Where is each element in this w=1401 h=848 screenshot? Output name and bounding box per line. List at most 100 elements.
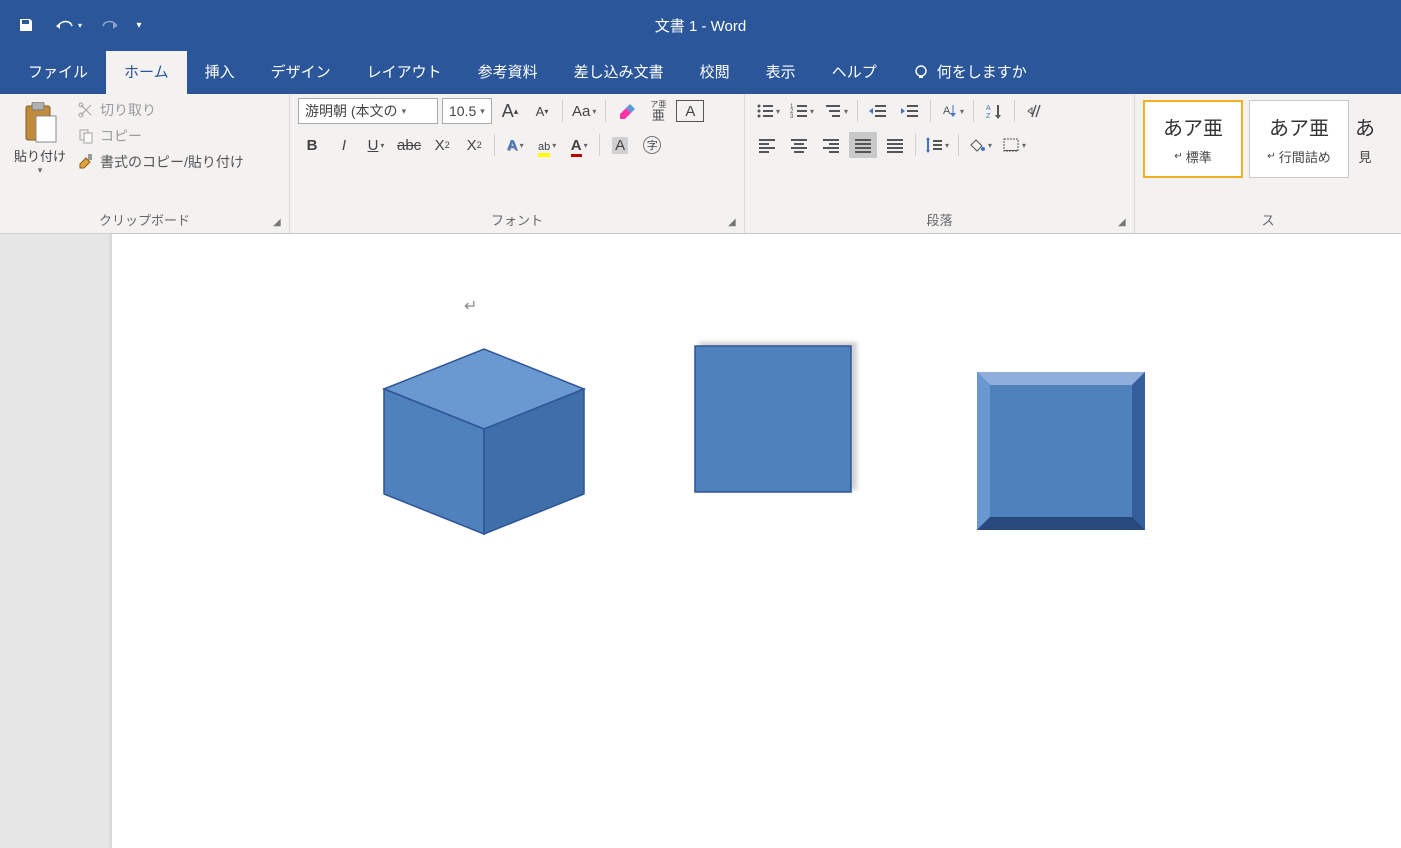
tab-file[interactable]: ファイル [10,51,106,94]
style-normal[interactable]: あア亜 ↵標準 [1143,100,1243,178]
svg-text:Z: Z [986,113,991,119]
superscript-button[interactable]: X2 [460,132,488,158]
distributed-icon [886,137,904,153]
redo-icon [101,17,119,33]
bullets-button[interactable]: ▾ [753,98,783,124]
align-left-button[interactable] [753,132,781,158]
align-justify-button[interactable] [849,132,877,158]
clear-formatting-button[interactable] [612,98,640,124]
highlight-button[interactable]: ab▾ [533,132,561,158]
change-case-button[interactable]: Aa▾ [569,98,599,124]
align-center-icon [790,137,808,153]
align-right-button[interactable] [817,132,845,158]
underline-button[interactable]: U▾ [362,132,390,158]
line-spacing-icon [925,137,943,153]
group-label-paragraph: 段落 [753,206,1126,231]
borders-icon [1002,137,1020,153]
pilcrow-icon [1026,103,1044,119]
font-name-combo[interactable]: 游明朝 (本文の▾ [298,98,438,124]
ribbon-tabs: ファイル ホーム 挿入 デザイン レイアウト 参考資料 差し込み文書 校閲 表示… [0,50,1401,94]
style-heading-partial[interactable]: あ 見 [1355,100,1375,178]
group-label-clipboard: クリップボード [8,206,281,231]
line-spacing-button[interactable]: ▾ [922,132,952,158]
group-paragraph: ▾ 123▾ ▾ A▾ [745,94,1135,233]
enclose-char-button[interactable]: 字 [638,132,666,158]
strikethrough-button[interactable]: abc [394,132,424,158]
tab-insert[interactable]: 挿入 [187,51,253,94]
borders-button[interactable]: ▾ [999,132,1029,158]
tab-view[interactable]: 表示 [748,51,814,94]
tab-references[interactable]: 参考資料 [460,51,556,94]
bullets-icon [756,103,774,119]
shape-square-shadow[interactable] [687,334,867,504]
grow-font-button[interactable]: A▴ [496,98,524,124]
tab-home[interactable]: ホーム [106,51,187,94]
align-left-icon [758,137,776,153]
shape-cube[interactable] [374,329,594,539]
group-clipboard: 貼り付け ▾ 切り取り コピー 書式のコピー/貼り付け クリップボード ◢ [0,94,290,233]
paste-label: 貼り付け [14,146,66,165]
tab-review[interactable]: 校閲 [682,51,748,94]
numbering-button[interactable]: 123▾ [787,98,817,124]
font-launcher[interactable]: ◢ [728,217,740,229]
page[interactable]: ↵ [112,234,1401,848]
svg-text:3: 3 [790,114,794,119]
format-painter-button[interactable]: 書式のコピー/貼り付け [78,152,244,172]
clipboard-launcher[interactable]: ◢ [273,217,285,229]
align-justify-icon [854,137,872,153]
align-center-button[interactable] [785,132,813,158]
svg-text:A: A [986,105,991,112]
style-no-spacing[interactable]: あア亜 ↵行間詰め [1249,100,1349,178]
sort-button[interactable]: AZ [980,98,1008,124]
document-area: ↵ [0,234,1401,848]
shrink-font-button[interactable]: A▾ [528,98,556,124]
tell-me-search[interactable]: 何をしますか [895,51,1045,94]
text-direction-button[interactable]: A▾ [937,98,967,124]
qat-customize[interactable]: ▾ [134,20,144,31]
italic-button[interactable]: I [330,132,358,158]
subscript-button[interactable]: X2 [428,132,456,158]
tab-help[interactable]: ヘルプ [814,51,895,94]
quick-access-toolbar: ▾ ▾ [0,10,152,40]
brush-icon [78,154,94,170]
distributed-button[interactable] [881,132,909,158]
undo-icon [54,17,76,33]
save-button[interactable] [8,10,44,40]
tell-me-label: 何をしますか [937,61,1027,82]
group-font: 游明朝 (本文の▾ 10.5▾ A▴ A▾ Aa▾ ア亜亜 A B [290,94,745,233]
eraser-icon [617,102,635,120]
group-label-styles: ス [1143,206,1393,231]
tab-design[interactable]: デザイン [253,51,349,94]
paragraph-launcher[interactable]: ◢ [1118,217,1130,229]
shape-square-bevel[interactable] [974,369,1149,534]
shading-button[interactable]: ▾ [965,132,995,158]
scissors-icon [78,102,94,118]
paragraph-mark: ↵ [464,296,477,316]
copy-button[interactable]: コピー [78,126,244,146]
undo-button[interactable]: ▾ [50,10,86,40]
text-direction-icon: A [940,103,958,119]
redo-button[interactable] [92,10,128,40]
font-size-combo[interactable]: 10.5▾ [442,98,492,124]
bold-button[interactable]: B [298,132,326,158]
paste-button[interactable]: 貼り付け ▾ [8,98,72,206]
align-right-icon [822,137,840,153]
font-color-button[interactable]: A▾ [565,132,593,158]
show-marks-button[interactable] [1021,98,1049,124]
bucket-icon [968,137,986,153]
text-effects-button[interactable]: A▾ [501,132,529,158]
ribbon: 貼り付け ▾ 切り取り コピー 書式のコピー/貼り付け クリップボード ◢ [0,94,1401,234]
lightbulb-icon [913,64,929,80]
multilevel-icon [824,103,842,119]
tab-mailings[interactable]: 差し込み文書 [556,51,682,94]
outdent-icon [869,103,887,119]
increase-indent-button[interactable] [896,98,924,124]
phonetic-guide-button[interactable]: ア亜亜 [644,98,672,124]
multilevel-list-button[interactable]: ▾ [821,98,851,124]
numbering-icon: 123 [790,103,808,119]
cut-button[interactable]: 切り取り [78,100,244,120]
char-shading-button[interactable]: A [606,132,634,158]
char-border-button[interactable]: A [676,100,704,122]
tab-layout[interactable]: レイアウト [349,51,460,94]
decrease-indent-button[interactable] [864,98,892,124]
